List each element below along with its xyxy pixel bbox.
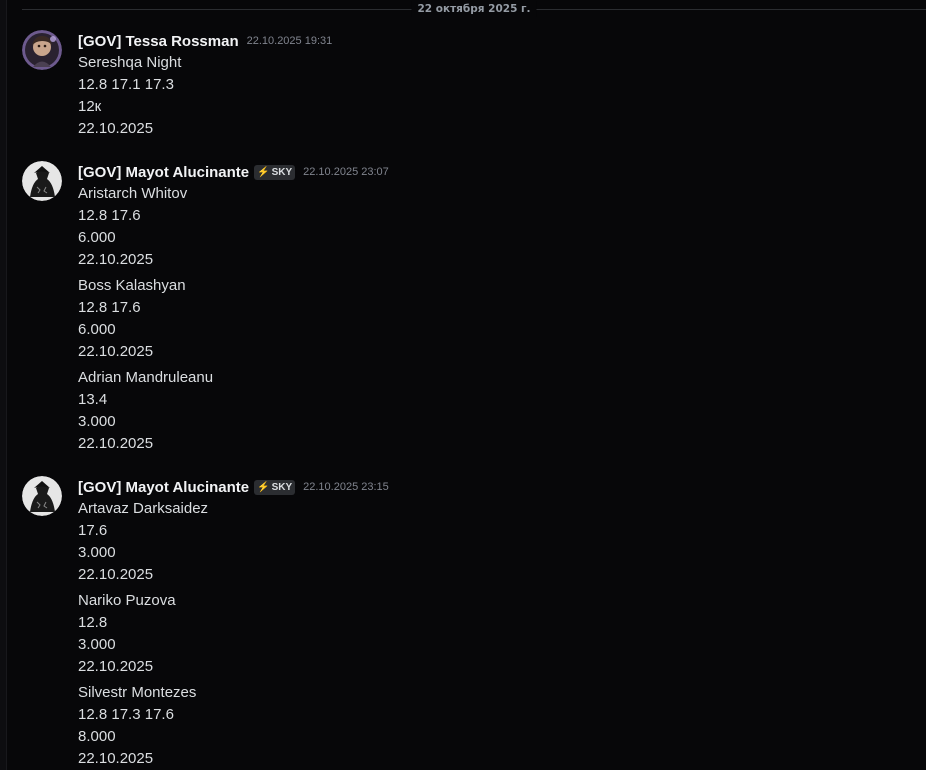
message-content: [GOV] Mayot Alucinante ⚡ SKY 22.10.2025 … xyxy=(78,476,926,770)
message-block: Sereshqa Night 12.8 17.1 17.3 12к 22.10.… xyxy=(78,52,926,140)
message-timestamp[interactable]: 22.10.2025 23:15 xyxy=(303,481,389,493)
block-codes: 12.8 17.6 xyxy=(78,207,141,224)
username[interactable]: [GOV] Mayot Alucinante xyxy=(78,479,249,496)
message-content: [GOV] Tessa Rossman 22.10.2025 19:31 Ser… xyxy=(78,30,926,140)
chat-message-list[interactable]: 22 октября 2025 г. [GOV] Tessa Rossman 2… xyxy=(0,0,926,770)
message-block: Boss Kalashyan 12.8 17.6 6.000 22.10.202… xyxy=(78,275,926,363)
avatar[interactable] xyxy=(22,161,62,201)
message-header: [GOV] Mayot Alucinante ⚡ SKY 22.10.2025 … xyxy=(78,161,926,183)
avatar[interactable] xyxy=(22,30,62,70)
date-divider: 22 октября 2025 г. xyxy=(22,0,926,20)
block-date: 22.10.2025 xyxy=(78,658,154,675)
message-block: Aristarch Whitov 12.8 17.6 6.000 22.10.2… xyxy=(78,183,926,271)
block-date: 22.10.2025 xyxy=(78,120,154,137)
block-amount: 6.000 xyxy=(78,321,116,338)
block-codes: 13.4 xyxy=(78,391,108,408)
username[interactable]: [GOV] Mayot Alucinante xyxy=(78,164,249,181)
block-name: Aristarch Whitov xyxy=(78,185,188,202)
message-content: [GOV] Mayot Alucinante ⚡ SKY 22.10.2025 … xyxy=(78,161,926,455)
block-amount: 12к xyxy=(78,98,102,115)
block-codes: 12.8 xyxy=(78,614,108,631)
server-tag-label: SKY xyxy=(271,166,293,178)
message-block: Silvestr Montezes 12.8 17.3 17.6 8.000 2… xyxy=(78,682,926,770)
left-rail xyxy=(0,0,7,770)
lightning-bolt-icon: ⚡ xyxy=(257,481,270,493)
message-timestamp[interactable]: 22.10.2025 23:07 xyxy=(303,166,389,178)
block-date: 22.10.2025 xyxy=(78,566,154,583)
block-date: 22.10.2025 xyxy=(78,251,154,268)
block-name: Artavaz Darksaidez xyxy=(78,500,209,517)
message-header: [GOV] Mayot Alucinante ⚡ SKY 22.10.2025 … xyxy=(78,476,926,498)
block-date: 22.10.2025 xyxy=(78,435,154,452)
server-tag-badge[interactable]: ⚡ SKY xyxy=(254,164,296,180)
block-date: 22.10.2025 xyxy=(78,343,154,360)
block-name: Adrian Mandruleanu xyxy=(78,369,214,386)
block-amount: 3.000 xyxy=(78,636,116,653)
server-tag-label: SKY xyxy=(271,481,293,493)
avatar-image xyxy=(22,476,62,516)
message-header: [GOV] Tessa Rossman 22.10.2025 19:31 xyxy=(78,30,926,52)
block-amount: 3.000 xyxy=(78,544,116,561)
lightning-bolt-icon: ⚡ xyxy=(257,166,270,178)
username[interactable]: [GOV] Tessa Rossman xyxy=(78,33,239,50)
divider-date: 22 октября 2025 г. xyxy=(411,1,537,17)
block-amount: 6.000 xyxy=(78,229,116,246)
avatar-image xyxy=(22,161,62,201)
message-block: Adrian Mandruleanu 13.4 3.000 22.10.2025 xyxy=(78,367,926,455)
block-name: Nariko Puzova xyxy=(78,592,176,609)
block-codes: 12.8 17.6 xyxy=(78,299,141,316)
block-amount: 3.000 xyxy=(78,413,116,430)
message-timestamp[interactable]: 22.10.2025 19:31 xyxy=(247,35,333,47)
block-codes: 12.8 17.3 17.6 xyxy=(78,706,174,723)
message-block: Artavaz Darksaidez 17.6 3.000 22.10.2025 xyxy=(78,498,926,586)
block-date: 22.10.2025 xyxy=(78,750,154,767)
block-amount: 8.000 xyxy=(78,728,116,745)
server-tag-badge[interactable]: ⚡ SKY xyxy=(254,479,296,495)
message-block: Nariko Puzova 12.8 3.000 22.10.2025 xyxy=(78,590,926,678)
avatar[interactable] xyxy=(22,476,62,516)
block-codes: 17.6 xyxy=(78,522,108,539)
block-codes: 12.8 17.1 17.3 xyxy=(78,76,174,93)
avatar-image xyxy=(22,30,62,70)
block-name: Sereshqa Night xyxy=(78,54,182,71)
block-name: Silvestr Montezes xyxy=(78,684,197,701)
block-name: Boss Kalashyan xyxy=(78,277,186,294)
